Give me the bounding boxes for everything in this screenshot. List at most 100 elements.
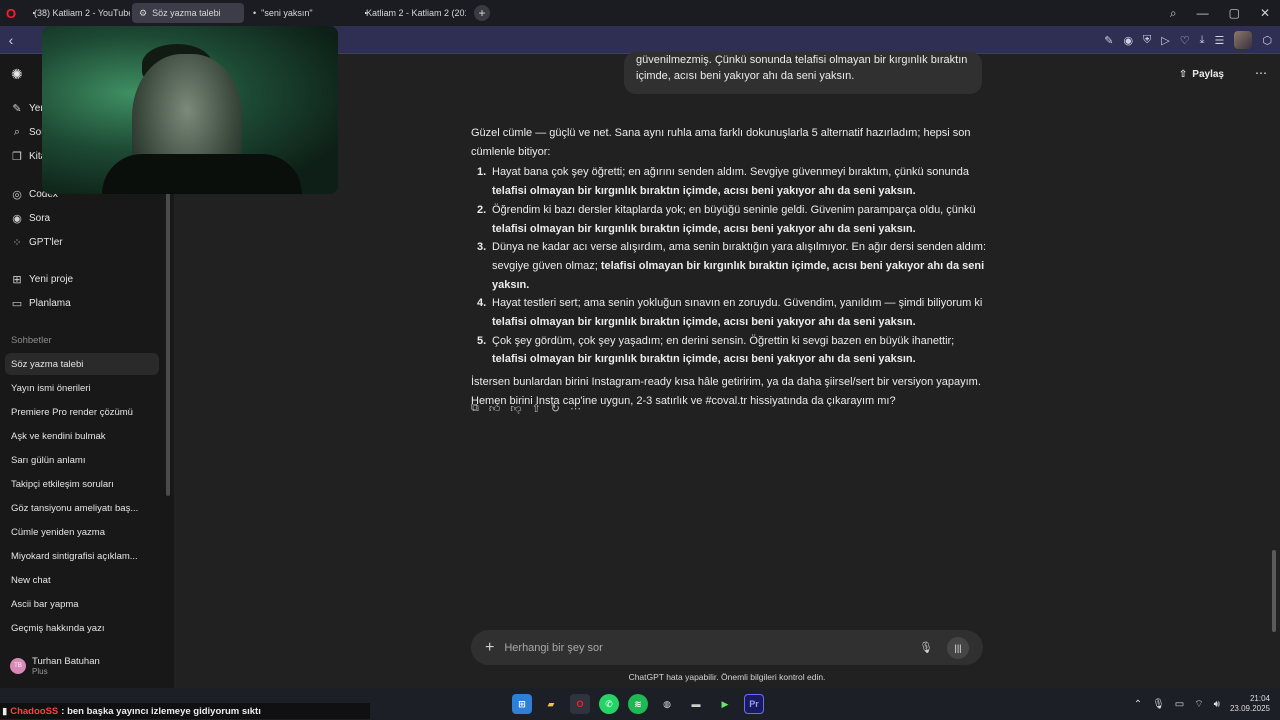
voice-mode-button[interactable]: ||| <box>947 636 969 659</box>
chat-badge-icon: ▮ <box>2 705 8 717</box>
chat-item[interactable]: Premiere Pro render çözümü <box>5 401 159 423</box>
chat-item[interactable]: Miyokard sintigrafisi açıklam... <box>5 545 159 567</box>
more-icon[interactable]: ⋯ <box>570 402 581 415</box>
list-item: 3. Dünya ne kadar acı verse alışırdım, am… <box>477 241 987 291</box>
assistant-message: Güzel cümle — güçlü ve net. Sana aynı ru… <box>471 124 986 413</box>
chat-item[interactable]: Söz yazma talebi <box>5 353 159 375</box>
share-icon: ⇧ <box>1178 69 1188 80</box>
chat-item[interactable]: Aşk ve kendini bulmak <box>5 425 159 447</box>
search-tabs-icon[interactable]: ⌕ <box>1170 6 1177 21</box>
media-app-icon[interactable]: ▬ <box>686 694 706 714</box>
address-bar-tools: ✎ ◉ ⛨ ▷ ♡ ⤓ ☰ ⬡ <box>1104 26 1272 54</box>
sidebar-item-planning[interactable]: ▭ Planlama <box>11 297 71 310</box>
play-icon[interactable]: ▷ <box>1161 34 1169 47</box>
heart-icon[interactable]: ♡ <box>1180 34 1190 47</box>
message-actions: ⧉ 👍︎ 👎︎ ⇧ ↻ ⋯ <box>471 402 581 415</box>
new-tab-button[interactable]: + <box>474 5 490 21</box>
chats-section-label: Sohbetler <box>11 335 52 346</box>
network-icon[interactable]: ⌔ <box>1194 698 1203 711</box>
user-account[interactable]: TB Turhan Batuhan Plus <box>10 656 100 676</box>
list-item: 1. Hayat bana çok şey öğretti; en ağırını… <box>477 166 969 198</box>
microphone-icon[interactable]: 🎙︎ <box>919 641 933 654</box>
webcam-overlay <box>42 26 338 194</box>
taskbar-clock[interactable]: 21:04 23.09.2025 <box>1230 694 1270 714</box>
premiere-pro-icon[interactable]: Pr <box>744 694 764 714</box>
list-item: 5. Çok şey gördüm, çok şey yaşadım; en de… <box>477 334 955 366</box>
extensions-icon[interactable]: ⬡ <box>1262 34 1272 47</box>
user-message-bubble: güvenilmezmiş. Çünkü sonunda telafisi ol… <box>624 52 982 94</box>
shield-icon[interactable]: ⛨ <box>1143 34 1151 47</box>
tab-search[interactable]: • "seni yaksın" <box>246 3 354 23</box>
thumbs-down-icon[interactable]: 👎︎ <box>510 402 521 415</box>
whatsapp-icon[interactable]: ✆ <box>599 694 619 714</box>
minimize-icon[interactable]: — <box>1197 6 1209 20</box>
file-explorer-icon[interactable]: ▰ <box>541 694 561 714</box>
sidebar-item-new-project[interactable]: ⊞ Yeni proje <box>11 273 73 286</box>
more-options-icon[interactable]: ⋯ <box>1255 66 1267 80</box>
share-button[interactable]: ⇧ Paylaş <box>1179 69 1224 80</box>
prompt-input[interactable]: Herhangi bir şey sor <box>504 642 919 654</box>
microphone-tray-icon[interactable]: 🎙︎ <box>1152 699 1165 710</box>
chevron-up-icon[interactable]: ⌃ <box>1134 699 1142 710</box>
main-scrollbar[interactable] <box>1272 550 1276 632</box>
chat-item[interactable]: Cümle yeniden yazma <box>5 521 159 543</box>
webcam-person-shirt <box>102 154 302 194</box>
edit-icon[interactable]: ✎ <box>1104 34 1113 47</box>
close-icon[interactable]: ✕ <box>1260 6 1270 20</box>
opera-logo-icon[interactable]: O <box>0 0 22 26</box>
edit-icon: ✎ <box>12 103 22 115</box>
sidebar-item-sora[interactable]: ◉ Sora <box>11 212 50 225</box>
chatgpt-icon: ⚙ <box>139 7 148 18</box>
taskbar-apps: ⊞ ▰ O ✆ ≋ ◍ ▬ ▶ Pr <box>512 688 764 720</box>
regenerate-icon[interactable]: ↻ <box>551 402 560 415</box>
play-app-icon[interactable]: ▶ <box>715 694 735 714</box>
menu-icon[interactable]: ☰ <box>1215 34 1225 47</box>
tab-youtube[interactable]: (38) Katliam 2 - YouTube <box>22 3 130 23</box>
openai-logo-icon[interactable]: ✺ <box>11 66 23 83</box>
spotify-icon[interactable]: ≋ <box>628 694 648 714</box>
chat-item[interactable]: New chat <box>5 569 159 591</box>
sidebar-scrollbar[interactable] <box>166 192 170 496</box>
download-icon[interactable]: ⤓ <box>1200 34 1205 47</box>
chat-item[interactable]: Göz tansiyonu ameliyatı baş... <box>5 497 159 519</box>
chat-item[interactable]: Takipçi etkileşim soruları <box>5 473 159 495</box>
tab-chatgpt[interactable]: ⚙ Söz yazma talebi <box>132 3 244 23</box>
obs-icon[interactable]: ◍ <box>657 694 677 714</box>
maximize-icon[interactable]: ▢ <box>1229 6 1240 20</box>
chat-item[interactable]: Ascii bar yapma <box>5 593 159 615</box>
chat-main: güvenilmezmiş. Çünkü sonunda telafisi ol… <box>174 52 1280 688</box>
volume-icon[interactable]: 🔊︎ <box>1214 699 1220 710</box>
chat-item[interactable]: Yayın ismi önerileri <box>5 377 159 399</box>
chat-username: ChadooSS <box>10 705 59 717</box>
folder-icon: ▭ <box>11 298 23 310</box>
window-controls: ⌕ — ▢ ✕ <box>1170 0 1270 26</box>
library-icon: ❐ <box>12 151 22 163</box>
opera-browser-icon[interactable]: O <box>570 694 590 714</box>
copy-icon[interactable]: ⧉ <box>471 402 479 415</box>
system-tray: ⌃ 🎙︎ ▭ ⌔ 🔊︎ 21:04 23.09.2025 <box>1134 688 1270 720</box>
disclaimer: ChatGPT hata yapabilir. Önemli bilgileri… <box>628 672 826 682</box>
user-plan: Plus <box>32 667 48 676</box>
tab-youtube-2[interactable]: Katliam 2 - Katliam 2 (201 <box>354 3 466 23</box>
display-icon[interactable]: ▭ <box>1175 699 1184 710</box>
windows-start-icon[interactable]: ⊞ <box>512 694 532 714</box>
avatar: TB <box>10 658 26 674</box>
codex-icon: ◎ <box>12 189 22 201</box>
stream-chat-message: ▮ ChadooSS : ben başka yayıncı izlemeye … <box>0 703 370 719</box>
camera-icon[interactable]: ◉ <box>1123 34 1133 47</box>
share-icon[interactable]: ⇧ <box>532 402 541 415</box>
chat-item[interactable]: Sarı gülün anlamı <box>5 449 159 471</box>
thumbs-up-icon[interactable]: 👍︎ <box>489 402 501 415</box>
back-icon[interactable]: ‹ <box>0 32 22 48</box>
message-composer[interactable]: + Herhangi bir şey sor 🎙︎ ||| <box>471 630 983 665</box>
folder-plus-icon: ⊞ <box>12 274 22 286</box>
browser-tab-bar: O (38) Katliam 2 - YouTube ⚙ Söz yazma t… <box>0 0 1280 26</box>
sora-icon: ◉ <box>12 213 22 225</box>
user-name: Turhan Batuhan <box>32 656 100 667</box>
chat-text: : ben başka yayıncı izlemeye gidiyorum s… <box>61 705 261 717</box>
chat-item[interactable]: Geçmiş hakkında yazı <box>5 617 159 639</box>
attach-plus-icon[interactable]: + <box>485 639 494 657</box>
list-item: 4. Hayat testleri sert; ama senin yokluğu… <box>477 297 983 329</box>
sidebar-item-gpts[interactable]: ⁘ GPT'ler <box>11 236 62 249</box>
profile-avatar[interactable] <box>1234 31 1253 49</box>
